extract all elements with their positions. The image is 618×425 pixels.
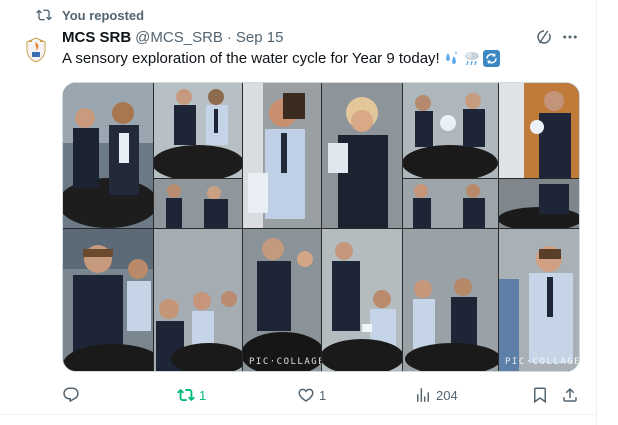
media-collage[interactable]: PIC·COLLAGE PIC·COLLAGE xyxy=(62,82,580,372)
photo-tile[interactable]: PIC·COLLAGE xyxy=(243,229,321,371)
cloud-with-rain-emoji xyxy=(463,50,480,67)
timestamp[interactable]: Sep 15 xyxy=(236,29,284,46)
counterclockwise-arrows-emoji xyxy=(482,50,500,67)
photo-tile[interactable] xyxy=(63,83,153,228)
timeline-right-border xyxy=(596,0,597,425)
photo-tile[interactable] xyxy=(403,83,498,178)
reply-button[interactable] xyxy=(62,385,84,405)
photo-tile[interactable] xyxy=(154,83,242,178)
repost-icon xyxy=(177,386,195,404)
photo-tile[interactable]: PIC·COLLAGE xyxy=(499,229,580,371)
views-icon xyxy=(414,386,432,404)
separator: · xyxy=(226,28,232,46)
watermark: PIC·COLLAGE xyxy=(505,357,580,367)
repost-button[interactable]: 1 xyxy=(177,385,206,405)
avatar[interactable] xyxy=(16,30,56,70)
heart-icon xyxy=(297,386,315,404)
photo-tile[interactable] xyxy=(154,179,242,228)
action-bar: 1 1 204 xyxy=(62,385,582,405)
photo-tile[interactable] xyxy=(243,83,321,228)
share-icon xyxy=(561,386,579,404)
views-count: 204 xyxy=(436,387,458,403)
tweet-divider xyxy=(0,414,597,415)
photo-tile[interactable] xyxy=(322,83,402,228)
photo-tile[interactable] xyxy=(322,229,402,371)
photo-tile[interactable] xyxy=(403,179,498,228)
more-options-icon[interactable] xyxy=(560,27,580,47)
social-context[interactable]: You reposted xyxy=(36,7,144,23)
author-name[interactable]: MCS SRB xyxy=(62,29,131,46)
photo-tile[interactable] xyxy=(499,179,579,228)
bookmark-icon xyxy=(531,386,549,404)
tweet-header: MCS SRB @MCS_SRB · Sep 15 xyxy=(62,27,283,47)
repost-icon xyxy=(36,7,52,23)
like-count: 1 xyxy=(319,387,327,403)
photo-tile[interactable] xyxy=(499,83,579,178)
watermark: PIC·COLLAGE xyxy=(249,357,321,367)
social-context-text: You reposted xyxy=(62,7,145,23)
repost-count: 1 xyxy=(199,387,207,403)
splashing-sweat-emoji xyxy=(443,50,460,67)
photo-tile[interactable] xyxy=(154,229,242,371)
grok-icon[interactable] xyxy=(534,27,554,47)
bookmark-button[interactable] xyxy=(531,385,553,405)
views-button[interactable]: 204 xyxy=(414,385,458,405)
tweet-text: A sensory exploration of the water cycle… xyxy=(62,50,500,67)
tweet-body: A sensory exploration of the water cycle… xyxy=(62,50,440,67)
photo-tile[interactable] xyxy=(63,229,153,371)
school-crest-logo xyxy=(26,37,46,63)
like-button[interactable]: 1 xyxy=(297,385,326,405)
photo-tile[interactable] xyxy=(403,229,498,371)
share-button[interactable] xyxy=(561,385,583,405)
reply-icon xyxy=(62,386,80,404)
author-handle[interactable]: @MCS_SRB xyxy=(135,29,223,46)
